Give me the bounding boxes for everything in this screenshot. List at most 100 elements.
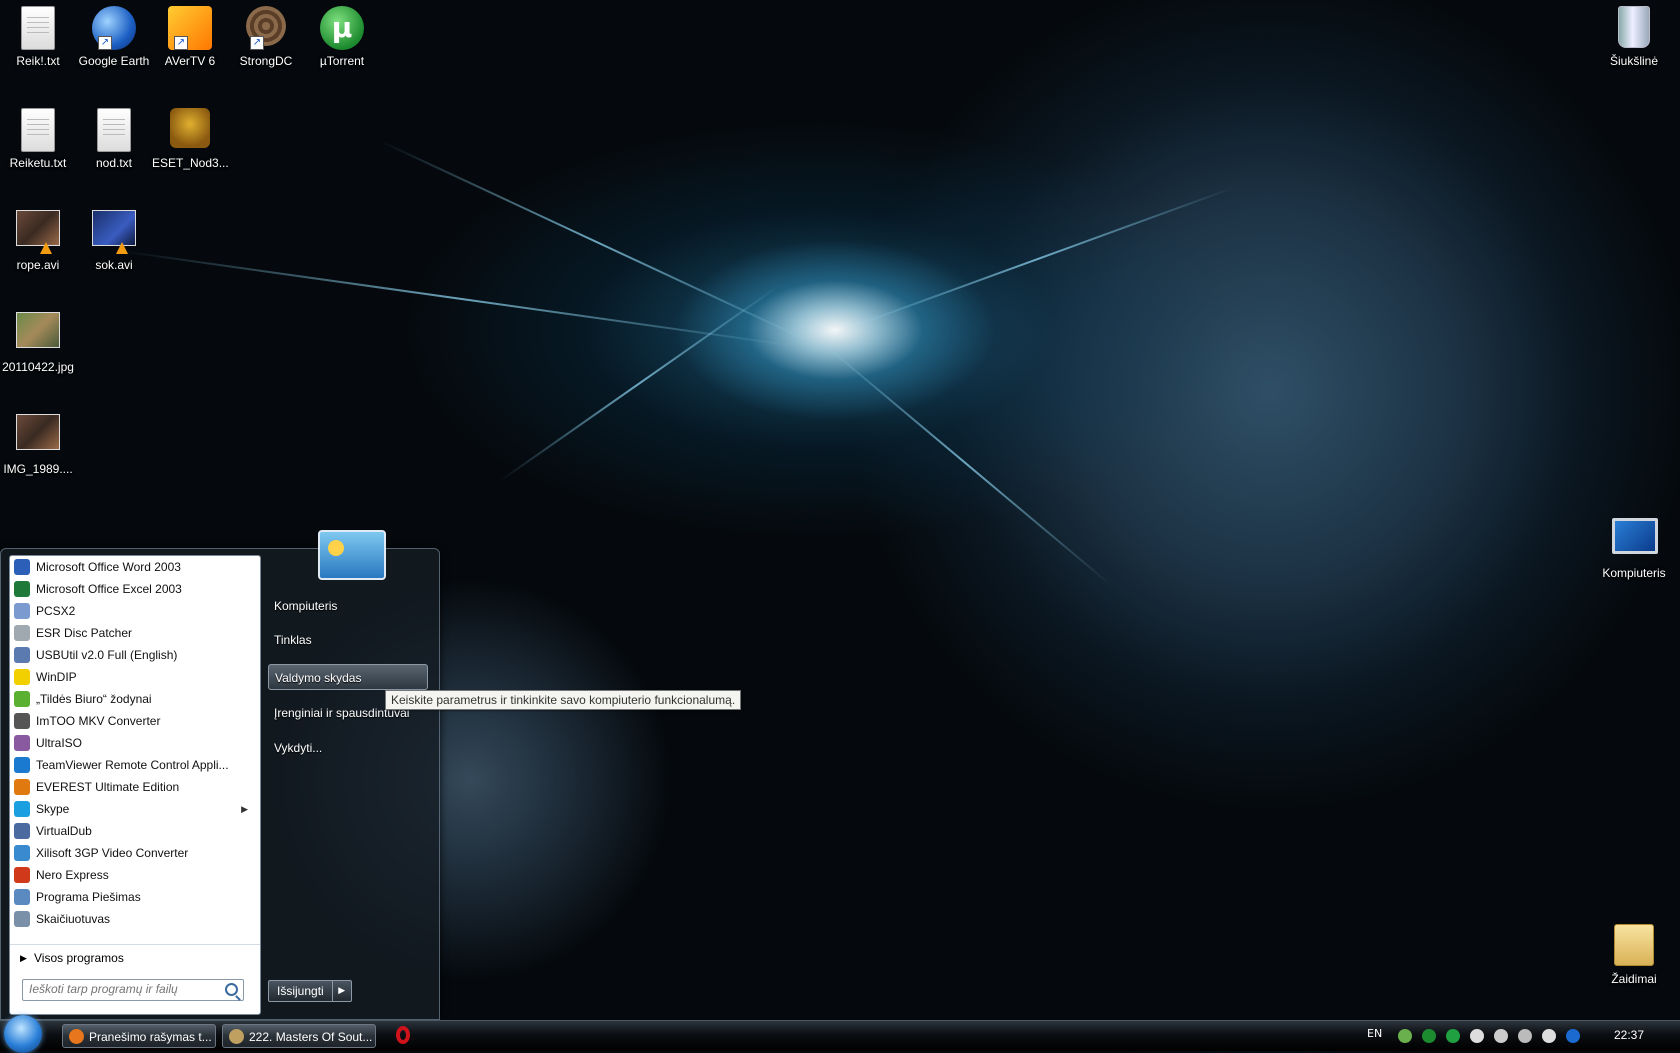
wallpaper-streak: [839, 186, 1236, 332]
program-label: Microsoft Office Word 2003: [36, 560, 181, 574]
program-item[interactable]: ESR Disc Patcher: [10, 622, 260, 644]
tray-icon[interactable]: [1446, 1029, 1460, 1043]
program-label: EVEREST Ultimate Edition: [36, 780, 180, 794]
program-icon: [14, 867, 30, 883]
tray-icon[interactable]: [1398, 1029, 1412, 1043]
start-menu-right-item[interactable]: Tinklas: [268, 627, 434, 653]
wallpaper-streak: [819, 340, 1112, 587]
start-search-input[interactable]: [23, 980, 225, 998]
program-item[interactable]: PCSX2: [10, 600, 260, 622]
program-item[interactable]: Skype ▶: [10, 798, 260, 820]
tray-icon[interactable]: [1494, 1029, 1508, 1043]
program-item[interactable]: Skaičiuotuvas: [10, 908, 260, 930]
program-label: „Tildės Biuro“ žodynai: [36, 692, 152, 706]
start-search-box[interactable]: [22, 979, 244, 1001]
image-file-icon: [16, 312, 60, 356]
tray-icon[interactable]: [1542, 1029, 1556, 1043]
program-item[interactable]: Microsoft Office Excel 2003: [10, 578, 260, 600]
globe-icon: ↗: [92, 6, 136, 50]
all-programs-button[interactable]: ▶ Visos programos: [10, 944, 260, 971]
desktop-icon-sok-avi[interactable]: sok.avi: [76, 204, 152, 272]
program-item[interactable]: „Tildės Biuro“ žodynai: [10, 688, 260, 710]
shutdown-button-group: Išsijungti ▶: [268, 980, 352, 1002]
program-label: Microsoft Office Excel 2003: [36, 582, 182, 596]
desktop-icon-20110422-jpg[interactable]: 20110422.jpg: [0, 306, 76, 374]
language-indicator[interactable]: EN: [1367, 1027, 1382, 1040]
desktop-icon-reiketu-txt[interactable]: Reiketu.txt: [0, 102, 76, 170]
program-label: ImTOO MKV Converter: [36, 714, 161, 728]
program-item[interactable]: USBUtil v2.0 Full (English): [10, 644, 260, 666]
program-label: Programa Piešimas: [36, 890, 141, 904]
taskbar-button-label: Pranešimo rašymas t...: [89, 1030, 212, 1044]
clock[interactable]: 22:37: [1614, 1028, 1644, 1042]
program-label: UltraISO: [36, 736, 83, 750]
program-icon: [14, 801, 30, 817]
opera-icon[interactable]: [396, 1026, 410, 1044]
program-label: USBUtil v2.0 Full (English): [36, 648, 178, 662]
tray-icon[interactable]: [1470, 1029, 1484, 1043]
program-icon: [14, 669, 30, 685]
window-app-icon: [69, 1029, 84, 1044]
program-label: ESR Disc Patcher: [36, 626, 133, 640]
desktop-icon-eset-nod[interactable]: ESET_Nod3...: [152, 102, 229, 170]
program-icon: [14, 691, 30, 707]
text-file-icon: [16, 6, 60, 50]
desktop-icon-google-earth[interactable]: ↗ Google Earth: [76, 0, 152, 68]
folder-icon: [1612, 924, 1656, 968]
start-menu-right-item[interactable]: Valdymo skydas: [268, 664, 428, 690]
program-item[interactable]: Microsoft Office Word 2003: [10, 556, 260, 578]
desktop-icon-img-1989[interactable]: IMG_1989....: [0, 408, 76, 476]
submenu-arrow-icon: ▶: [241, 804, 248, 814]
taskbar-window-button[interactable]: Pranešimo rašymas t...: [62, 1024, 216, 1048]
program-item[interactable]: UltraISO: [10, 732, 260, 754]
wallpaper-streak: [119, 250, 804, 349]
program-item[interactable]: TeamViewer Remote Control Appli...: [10, 754, 260, 776]
video-file-icon: [16, 210, 60, 254]
desktop-icon-nod-txt[interactable]: nod.txt: [76, 102, 152, 170]
program-label: TeamViewer Remote Control Appli...: [36, 758, 229, 772]
all-programs-label: Visos programos: [34, 951, 124, 965]
desktop-icon-computer[interactable]: Kompiuteris: [1596, 512, 1672, 580]
desktop-icon-utorrent[interactable]: µ µTorrent: [304, 0, 380, 68]
program-icon: [14, 779, 30, 795]
text-file-icon: [92, 108, 136, 152]
search-icon[interactable]: [225, 983, 238, 996]
tray-icon[interactable]: [1422, 1029, 1436, 1043]
desktop-icon-avertv[interactable]: ↗ AVerTV 6: [152, 0, 228, 68]
program-icon: [14, 713, 30, 729]
program-icon: [14, 823, 30, 839]
shutdown-button[interactable]: Išsijungti: [268, 980, 333, 1002]
utorrent-icon: µ: [320, 6, 364, 50]
film-icon: ↗: [168, 6, 212, 50]
start-menu-right-item[interactable]: Vykdyti...: [268, 735, 434, 761]
window-app-icon: [229, 1029, 244, 1044]
desktop-icon-rope-avi[interactable]: rope.avi: [0, 204, 76, 272]
desktop-icon-strongdc[interactable]: ↗ StrongDC: [228, 0, 304, 68]
start-menu-program-list: Microsoft Office Word 2003 Microsoft Offi…: [9, 555, 261, 1015]
desktop-icon-games-folder[interactable]: Žaidimai: [1596, 918, 1672, 986]
program-item[interactable]: Programa Piešimas: [10, 886, 260, 908]
program-item[interactable]: Nero Express: [10, 864, 260, 886]
program-icon: [14, 911, 30, 927]
robot-icon: [168, 108, 212, 152]
desktop-icon-recycle-bin[interactable]: Šiukšlinė: [1596, 0, 1672, 68]
program-icon: [14, 735, 30, 751]
start-orb-button[interactable]: [4, 1015, 42, 1053]
program-label: Xilisoft 3GP Video Converter: [36, 846, 189, 860]
tray-icon[interactable]: [1518, 1029, 1532, 1043]
start-menu-right-item[interactable]: Kompiuteris: [268, 593, 434, 619]
program-item[interactable]: ImTOO MKV Converter: [10, 710, 260, 732]
video-file-icon: [92, 210, 136, 254]
control-panel-picture-icon: [318, 530, 386, 580]
tray-icon[interactable]: [1566, 1029, 1580, 1043]
taskbar-window-button[interactable]: 222. Masters Of Sout...: [222, 1024, 376, 1048]
shutdown-options-arrow-icon[interactable]: ▶: [332, 980, 352, 1002]
program-item[interactable]: Xilisoft 3GP Video Converter: [10, 842, 260, 864]
program-item[interactable]: WinDIP: [10, 666, 260, 688]
program-item[interactable]: VirtualDub: [10, 820, 260, 842]
image-file-icon: [16, 414, 60, 458]
desktop-icon-reik-txt[interactable]: Reik!.txt: [0, 0, 76, 68]
program-item[interactable]: EVEREST Ultimate Edition: [10, 776, 260, 798]
program-icon: [14, 603, 30, 619]
program-label: WinDIP: [36, 670, 77, 684]
